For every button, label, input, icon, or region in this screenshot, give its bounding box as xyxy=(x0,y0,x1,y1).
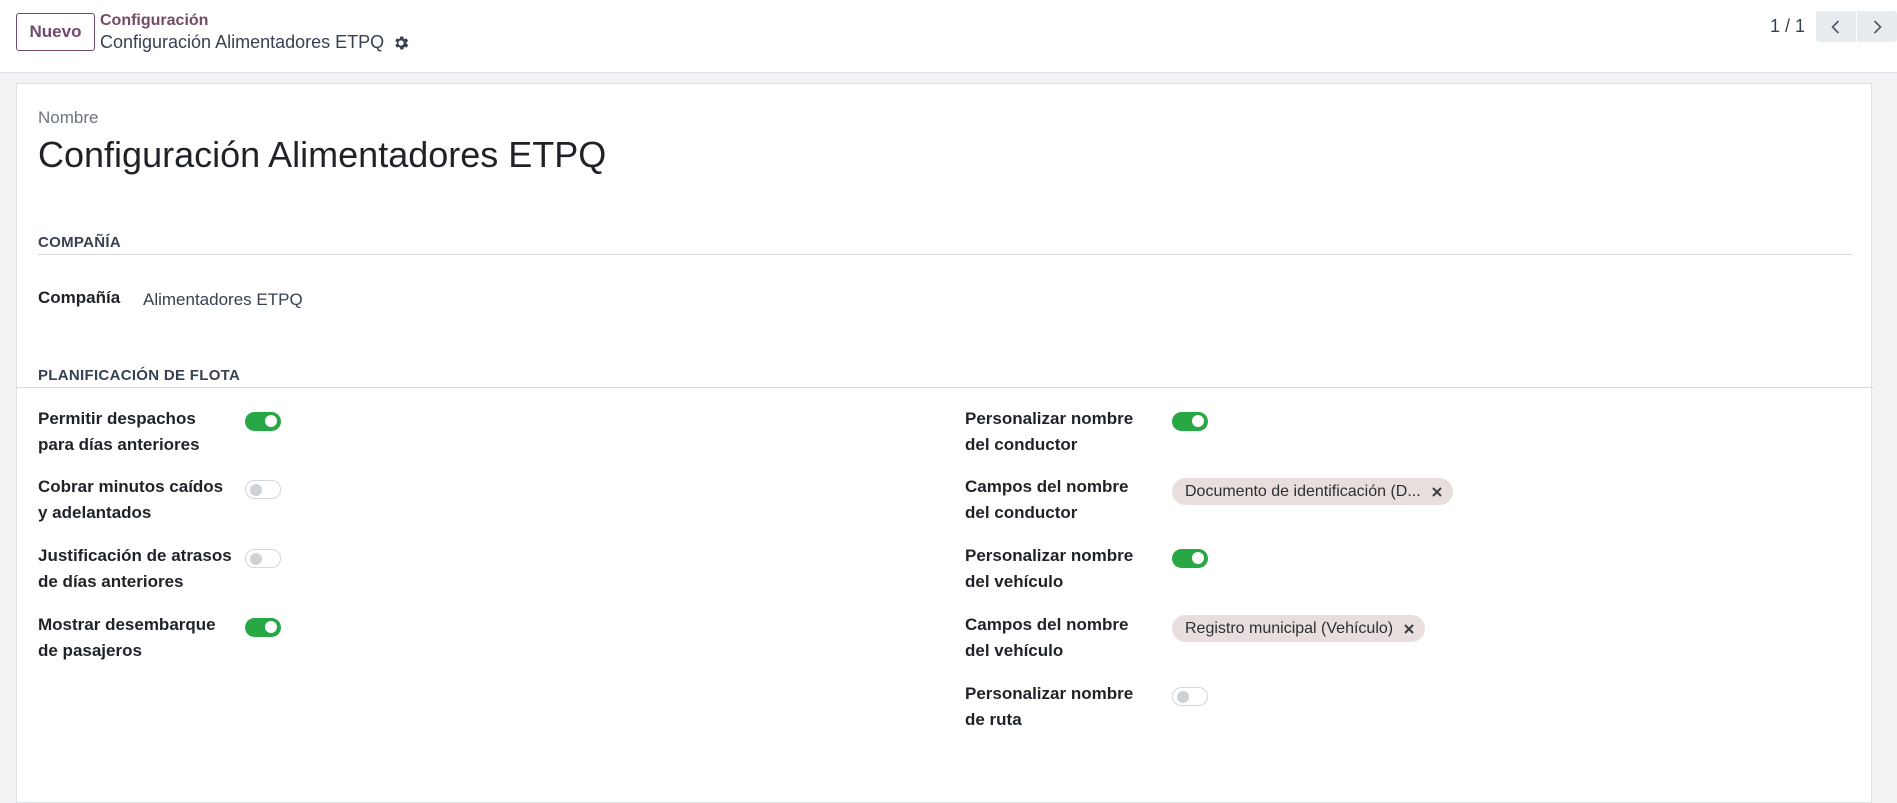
label-customize-vehicle-name: Personalizar nombre del vehículo xyxy=(965,543,1165,595)
label-vehicle-name-fields: Campos del nombre del vehículo xyxy=(965,612,1165,664)
chevron-left-icon xyxy=(1831,19,1840,34)
tag-label: Registro municipal (Vehículo) xyxy=(1185,619,1394,637)
label-line: del conductor xyxy=(965,435,1078,454)
label-customize-driver-name: Personalizar nombre del conductor xyxy=(965,406,1165,458)
toggle-customize-route-name[interactable] xyxy=(1172,687,1208,706)
label-line: del vehículo xyxy=(965,572,1064,591)
tag-municipal-registry[interactable]: Registro municipal (Vehículo) xyxy=(1172,615,1426,642)
company-label: Compañía xyxy=(38,288,121,307)
label-line: y adelantados xyxy=(38,503,152,522)
section-separator xyxy=(17,387,1873,388)
toggle-show-disembark[interactable] xyxy=(245,618,281,637)
label-line: Personalizar nombre xyxy=(965,684,1134,703)
label-line: Personalizar nombre xyxy=(965,409,1134,428)
toggle-customize-vehicle-name[interactable] xyxy=(1172,549,1208,568)
label-line: de ruta xyxy=(965,710,1022,729)
label-line: Personalizar nombre xyxy=(965,546,1134,565)
label-allow-past-dispatches: Permitir despachos para días anteriores xyxy=(38,406,238,458)
control-panel: Nuevo Configuración Configuración Alimen… xyxy=(0,0,1897,73)
pager-next-button[interactable] xyxy=(1857,11,1897,42)
section-title-company: COMPAÑÍA xyxy=(38,234,121,251)
record-title-text: Configuración Alimentadores ETPQ xyxy=(100,32,385,52)
label-charge-minutes: Cobrar minutos caídos y adelantados xyxy=(38,474,238,526)
name-label: Nombre xyxy=(38,108,99,127)
tag-label: Documento de identificación (D... xyxy=(1185,482,1421,500)
section-separator xyxy=(38,254,1852,255)
toggle-allow-past-dispatches[interactable] xyxy=(245,412,281,431)
label-line: de días anteriores xyxy=(38,572,184,591)
toggle-charge-minutes[interactable] xyxy=(245,480,281,499)
label-line: Mostrar desembarque xyxy=(38,615,216,634)
form-sheet: Nombre Configuración Alimentadores ETPQ … xyxy=(16,83,1873,803)
gear-icon[interactable] xyxy=(392,34,410,52)
new-button[interactable]: Nuevo xyxy=(16,13,95,51)
section-title-fleet-planning: PLANIFICACIÓN DE FLOTA xyxy=(38,367,241,384)
company-field[interactable]: Alimentadores ETPQ xyxy=(143,290,303,310)
close-icon[interactable] xyxy=(1431,486,1443,498)
toggle-justify-delays[interactable] xyxy=(245,549,281,568)
label-show-disembark: Mostrar desembarque de pasajeros xyxy=(38,612,238,664)
label-line: Campos del nombre xyxy=(965,615,1129,634)
chevron-right-icon xyxy=(1873,19,1882,34)
label-line: Campos del nombre xyxy=(965,477,1129,496)
pager-previous-button[interactable] xyxy=(1816,11,1856,42)
label-line: Cobrar minutos caídos xyxy=(38,477,224,496)
tag-driver-id-document[interactable]: Documento de identificación (D... xyxy=(1172,478,1453,505)
label-driver-name-fields: Campos del nombre del conductor xyxy=(965,474,1165,526)
label-line: del vehículo xyxy=(965,641,1064,660)
label-line: para días anteriores xyxy=(38,435,200,454)
pager-value[interactable]: 1 / 1 xyxy=(1770,16,1805,37)
label-line: Justificación de atrasos xyxy=(38,546,232,565)
close-icon[interactable] xyxy=(1403,623,1415,635)
label-line: Permitir despachos xyxy=(38,409,196,428)
breadcrumb-configuracion[interactable]: Configuración xyxy=(100,12,208,30)
name-field[interactable]: Configuración Alimentadores ETPQ xyxy=(38,134,606,176)
toggle-customize-driver-name[interactable] xyxy=(1172,412,1208,431)
label-justify-delays: Justificación de atrasos de días anterio… xyxy=(38,543,238,595)
record-title: Configuración Alimentadores ETPQ xyxy=(100,32,410,53)
label-customize-route-name: Personalizar nombre de ruta xyxy=(965,681,1165,733)
label-line: de pasajeros xyxy=(38,641,142,660)
label-line: del conductor xyxy=(965,503,1078,522)
